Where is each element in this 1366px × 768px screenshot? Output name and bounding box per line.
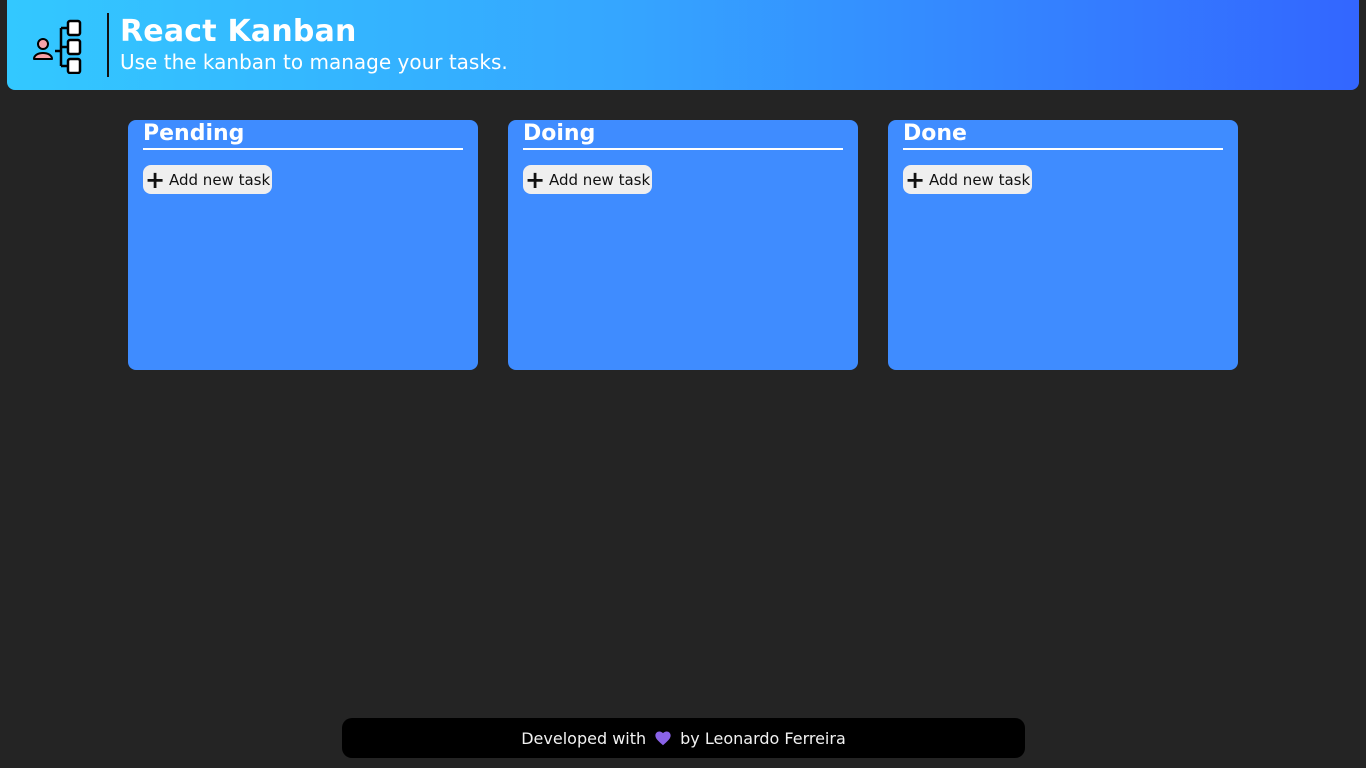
- add-task-button-doing[interactable]: + Add new task: [523, 165, 653, 194]
- app-header: React Kanban Use the kanban to manage yo…: [7, 0, 1359, 90]
- add-task-button-pending[interactable]: + Add new task: [143, 165, 273, 194]
- footer: Developed with by Leonardo Ferreira: [342, 718, 1025, 758]
- plus-icon: +: [525, 165, 546, 194]
- column-pending: Pending + Add new task: [128, 120, 478, 370]
- column-title: Done: [903, 120, 1223, 150]
- column-title: Doing: [523, 120, 843, 150]
- kanban-board: Pending + Add new task Doing + Add new t…: [128, 120, 1238, 370]
- add-task-label: Add new task: [929, 170, 1031, 189]
- app-title: React Kanban: [120, 14, 357, 49]
- plus-icon: +: [145, 165, 166, 194]
- header-text: React Kanban Use the kanban to manage yo…: [120, 14, 508, 74]
- column-done: Done + Add new task: [888, 120, 1238, 370]
- kanban-person-icon: [33, 19, 82, 74]
- plus-icon: +: [905, 165, 926, 194]
- heart-icon: [655, 731, 671, 746]
- column-doing: Doing + Add new task: [508, 120, 858, 370]
- footer-prefix: Developed with: [521, 728, 647, 748]
- header-divider: [107, 13, 109, 77]
- add-task-label: Add new task: [169, 170, 271, 189]
- app-subtitle: Use the kanban to manage your tasks.: [120, 50, 508, 74]
- add-task-button-done[interactable]: + Add new task: [903, 165, 1033, 194]
- footer-suffix: by Leonardo Ferreira: [680, 728, 846, 748]
- column-title: Pending: [143, 120, 463, 150]
- add-task-label: Add new task: [549, 170, 651, 189]
